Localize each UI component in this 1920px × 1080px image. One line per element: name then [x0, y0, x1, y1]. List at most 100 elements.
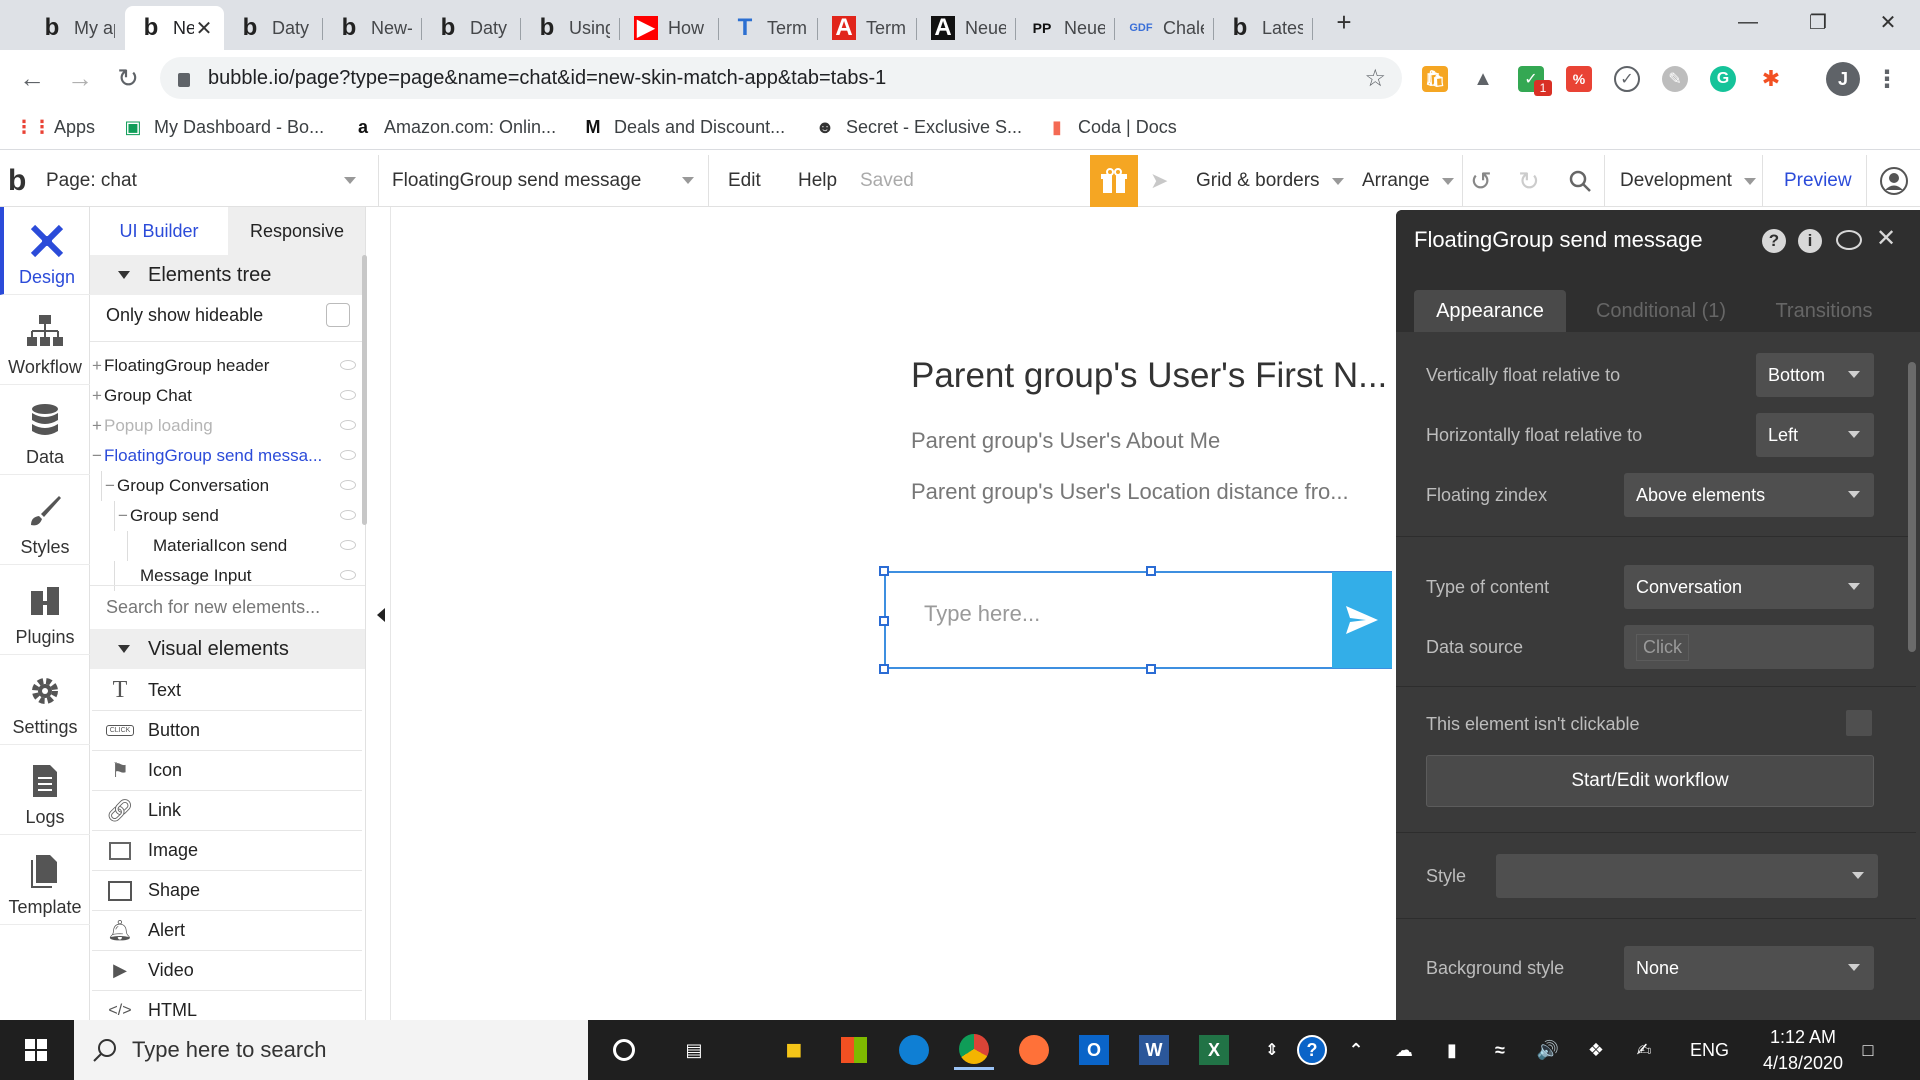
shopping-bag-icon[interactable]: 🛍 [1422, 66, 1448, 92]
nav-design[interactable]: Design [0, 207, 90, 295]
development-menu[interactable]: Development [1620, 155, 1756, 207]
canvas-user-location[interactable]: Parent group's User's Location distance … [911, 479, 1349, 505]
resize-handle-bottom[interactable] [1146, 664, 1156, 674]
eye-icon[interactable] [340, 420, 356, 430]
outlook-icon[interactable]: O [1074, 1030, 1114, 1070]
drive-icon[interactable]: ▲ [1470, 66, 1496, 92]
browser-tab[interactable]: b New-sk [323, 6, 422, 50]
bookmark-item[interactable]: ▣ My Dashboard - Bo... [122, 116, 324, 138]
element-selector[interactable]: FloatingGroup send message [392, 155, 694, 207]
taskbar-time[interactable]: 1:12 AM [1748, 1024, 1858, 1050]
puzzle-orange-icon[interactable]: ✱ [1758, 66, 1784, 92]
grammarly-icon[interactable]: G [1710, 66, 1736, 92]
visual-element-shape[interactable]: Shape [92, 871, 362, 911]
tree-item[interactable]: − Group send [90, 501, 360, 531]
bookmark-item[interactable]: M Deals and Discount... [582, 116, 786, 138]
eye-icon[interactable] [340, 570, 356, 580]
back-button[interactable]: ← [14, 60, 50, 96]
eye-icon[interactable] [340, 450, 356, 460]
dropbox-icon[interactable]: ❖ [1576, 1030, 1616, 1070]
gift-button[interactable] [1090, 155, 1138, 207]
firefox-icon[interactable] [1014, 1030, 1054, 1070]
tree-toggle-icon[interactable]: + [92, 386, 104, 406]
start-edit-workflow-button[interactable]: Start/Edit workflow [1426, 755, 1874, 807]
windows-start-icon[interactable] [16, 1030, 56, 1070]
page-selector[interactable]: Page: chat [46, 155, 366, 207]
file-explorer-icon[interactable]: ■ [774, 1030, 814, 1070]
message-input-placeholder[interactable]: Type here... [924, 601, 1040, 627]
nav-data[interactable]: Data [0, 387, 90, 475]
tree-item[interactable]: + FloatingGroup header [90, 351, 360, 381]
close-icon[interactable]: ✕ [1876, 224, 1896, 253]
redo-icon[interactable]: ↻ [1518, 155, 1540, 207]
zindex-dropdown[interactable]: Above elements [1624, 473, 1874, 517]
cloud-icon[interactable]: ☁ [1384, 1030, 1424, 1070]
taskbar-search-input[interactable]: Type here to search [74, 1020, 588, 1080]
tree-toggle-icon[interactable]: − [118, 506, 130, 526]
close-tab-icon[interactable]: ✕ [194, 16, 214, 41]
pen-icon[interactable]: ✍ [1624, 1030, 1664, 1070]
task-view-icon[interactable]: ▤ [674, 1030, 714, 1070]
browser-tab[interactable]: A Termina [818, 6, 917, 50]
star-icon[interactable]: ☆ [1364, 64, 1386, 93]
reload-button[interactable]: ↻ [110, 60, 146, 96]
visual-element-button[interactable]: CLICK Button [92, 711, 362, 751]
tree-item[interactable]: + Group Chat [90, 381, 360, 411]
browser-tab[interactable]: GDF Chalet [1115, 6, 1214, 50]
nav-logs[interactable]: Logs [0, 747, 90, 835]
only-show-hideable-checkbox[interactable] [326, 303, 350, 327]
style-dropdown[interactable] [1496, 854, 1878, 898]
visual-element-video[interactable]: ▶ Video [92, 951, 362, 991]
preview-button[interactable]: Preview [1784, 155, 1852, 207]
browser-tab[interactable]: T Termina [719, 6, 818, 50]
eye-icon[interactable] [340, 480, 356, 490]
profile-avatar[interactable]: J [1826, 62, 1860, 96]
browser-tab[interactable]: b Latest [1214, 6, 1313, 50]
h-float-dropdown[interactable]: Left [1756, 413, 1874, 457]
help-icon[interactable]: ? [1762, 229, 1786, 253]
new-tab-button[interactable]: + [1312, 0, 1376, 44]
collapse-panel-icon[interactable] [377, 608, 385, 622]
tree-toggle-icon[interactable]: + [92, 356, 104, 376]
taskbar-scroll-icon[interactable]: ⇕ [1252, 1030, 1292, 1070]
visual-element-text[interactable]: T Text [92, 671, 362, 711]
address-bar[interactable]: bubble.io/page?type=page&name=chat&id=ne… [160, 57, 1402, 99]
volume-icon[interactable]: 🔊 [1528, 1030, 1568, 1070]
tree-item[interactable]: MaterialIcon send [90, 531, 360, 561]
resize-handle-top-left[interactable] [879, 566, 889, 576]
bookmark-item[interactable]: ▮ Coda | Docs [1046, 116, 1177, 138]
visual-element-link[interactable]: 🔗︎ Link [92, 791, 362, 831]
v-float-dropdown[interactable]: Bottom [1756, 353, 1874, 397]
tab-conditional[interactable]: Conditional (1) [1576, 290, 1746, 332]
nav-plugins[interactable]: Plugins [0, 567, 90, 655]
bookmark-item[interactable]: ⋮⋮ Apps [15, 116, 95, 138]
canvas-user-about[interactable]: Parent group's User's About Me [911, 428, 1220, 454]
panel-scrollbar[interactable] [362, 255, 367, 525]
taskbar-date[interactable]: 4/18/2020 [1748, 1050, 1858, 1076]
account-button[interactable] [1880, 155, 1908, 207]
property-scrollbar[interactable] [1908, 362, 1916, 652]
resize-handle-left[interactable] [879, 616, 889, 626]
visual-element-alert[interactable]: 🔔︎ Alert [92, 911, 362, 951]
canvas-user-first-name[interactable]: Parent group's User's First N... [911, 356, 1387, 396]
check-circle-icon[interactable]: ✓ [1614, 66, 1640, 92]
tab-responsive[interactable]: Responsive [228, 207, 365, 255]
undo-icon[interactable]: ↺ [1470, 155, 1492, 207]
arrange-menu[interactable]: Arrange [1362, 155, 1454, 207]
browser-tab[interactable]: b New ✕ [125, 6, 224, 50]
nav-settings[interactable]: Settings [0, 657, 90, 745]
background-style-dropdown[interactable]: None [1624, 946, 1874, 990]
tree-item[interactable]: − Group Conversation [90, 471, 360, 501]
cursor-icon[interactable]: ➤ [1150, 155, 1168, 207]
search-button[interactable] [1568, 155, 1592, 207]
edit-menu[interactable]: Edit [728, 155, 761, 207]
browser-tab[interactable]: b Daty - D [224, 6, 323, 50]
bubble-logo-icon[interactable]: b [8, 155, 26, 207]
language-indicator[interactable]: ENG [1690, 1020, 1729, 1080]
visual-element-image[interactable]: Image [92, 831, 362, 871]
tree-item[interactable]: + Popup loading [90, 411, 360, 441]
nav-workflow[interactable]: Workflow [0, 297, 90, 385]
browser-tab[interactable]: ▶ How to [620, 6, 719, 50]
help-menu[interactable]: Help [798, 155, 837, 207]
extension-gray-icon[interactable]: ✎ [1662, 66, 1688, 92]
